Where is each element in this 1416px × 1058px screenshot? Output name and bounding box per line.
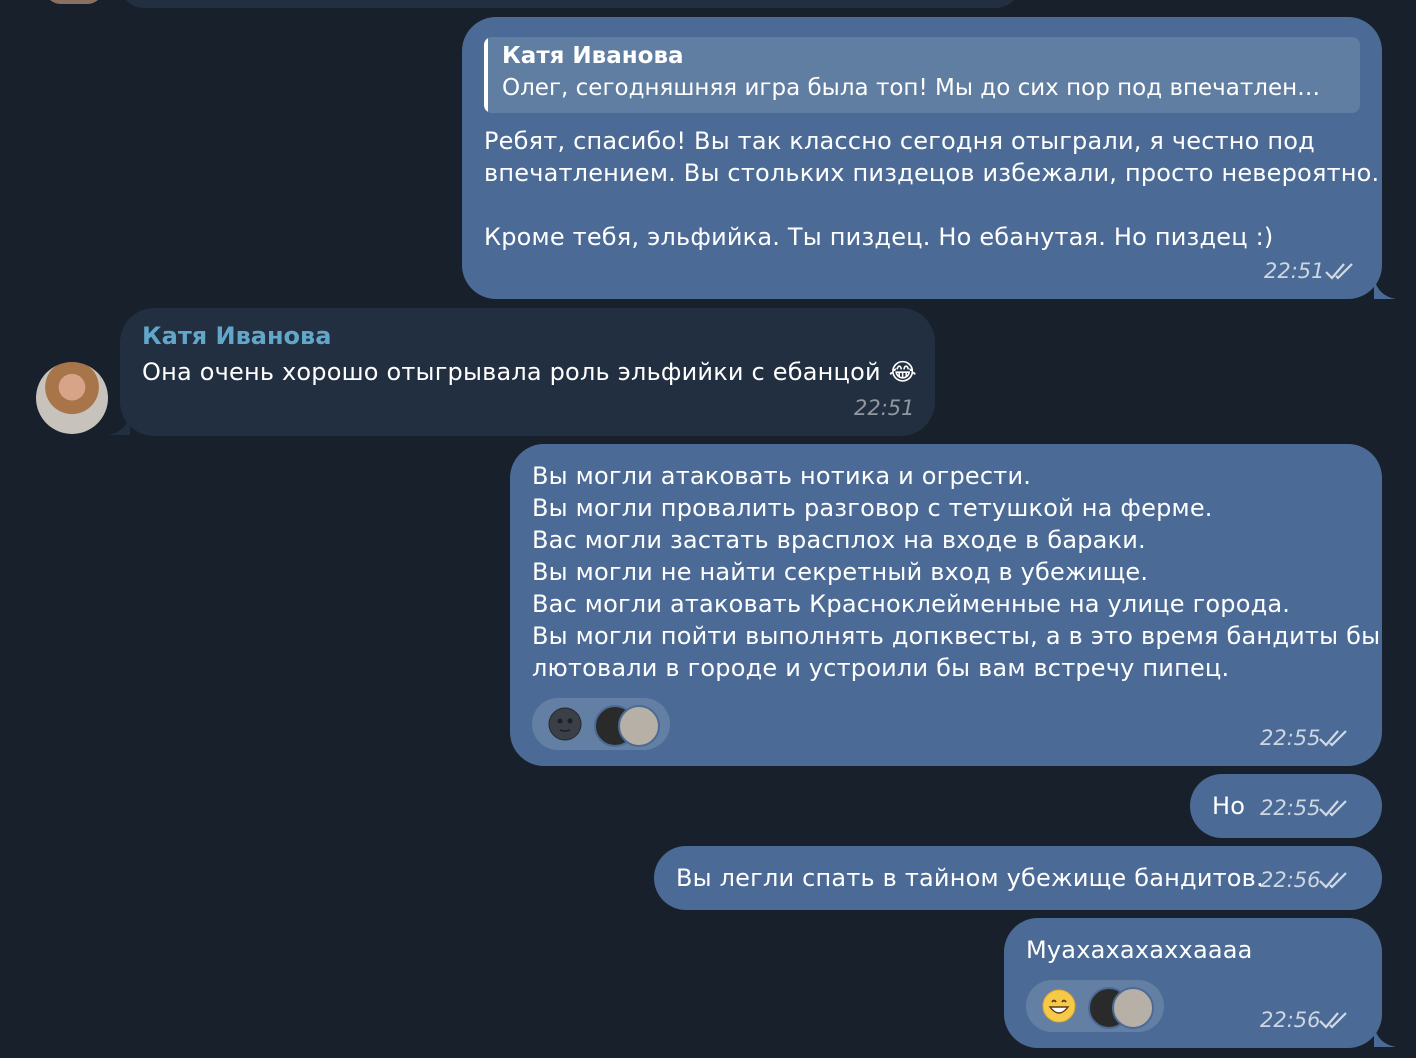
- grinning-face-emoji-icon: [1042, 989, 1076, 1023]
- message-bubble-outgoing[interactable]: Вы могли атаковать нотика и огрести. Вы …: [510, 444, 1382, 766]
- message-time: 22:55: [1260, 796, 1321, 820]
- reply-quote[interactable]: Катя Иванова Олег, сегодняшняя игра была…: [484, 37, 1360, 113]
- message-time: 22:55: [1260, 726, 1321, 750]
- message-bubble-incoming[interactable]: Катя Иванова Она очень хорошо отыгрывала…: [120, 308, 935, 436]
- partial-incoming-bubble: [120, 0, 1020, 8]
- double-check-icon: [1319, 872, 1347, 889]
- bubble-tail: [1374, 1026, 1396, 1047]
- message-text: Вы могли атаковать нотика и огрести. Вы …: [532, 462, 1381, 682]
- reactor-avatar: [1112, 987, 1154, 1029]
- message-bubble-outgoing[interactable]: Катя Иванова Олег, сегодняшняя игра была…: [462, 17, 1382, 299]
- partial-avatar[interactable]: [44, 0, 104, 4]
- sender-name[interactable]: Катя Иванова: [142, 322, 331, 350]
- reactor-avatar: [618, 705, 660, 747]
- message-text: Но: [1212, 792, 1246, 820]
- message-time: 22:51: [1264, 259, 1325, 283]
- message-text: Ребят, спасибо! Вы так классно сегодня о…: [484, 127, 1380, 251]
- message-text: Она очень хорошо отыгрывала роль эльфийк…: [142, 358, 917, 386]
- message-time: 22:56: [1260, 868, 1321, 892]
- avatar[interactable]: [36, 362, 108, 434]
- message-text: Муахахахаххаааа: [1026, 936, 1253, 964]
- message-bubble-outgoing[interactable]: Вы легли спать в тайном убежище бандитов…: [654, 846, 1382, 910]
- message-time: 22:51: [854, 396, 915, 420]
- reply-bar: [484, 37, 488, 113]
- new-moon-face-emoji-icon: [548, 707, 582, 741]
- double-check-icon: [1319, 800, 1347, 817]
- double-check-icon: [1325, 263, 1353, 280]
- message-bubble-outgoing[interactable]: Муахахахаххаааа 22:56: [1004, 918, 1382, 1048]
- double-check-icon: [1319, 1012, 1347, 1029]
- message-text: Вы легли спать в тайном убежище бандитов…: [676, 864, 1264, 892]
- bubble-tail: [1374, 278, 1396, 299]
- double-check-icon: [1319, 730, 1347, 747]
- message-time: 22:56: [1260, 1008, 1321, 1032]
- bubble-tail: [108, 414, 130, 435]
- reply-sender-name: Катя Иванова: [502, 43, 684, 69]
- reaction-chip[interactable]: [1026, 980, 1164, 1032]
- reaction-chip[interactable]: [532, 698, 670, 750]
- reply-text: Олег, сегодняшняя игра была топ! Мы до с…: [502, 75, 1321, 101]
- message-bubble-outgoing[interactable]: Но 22:55: [1190, 774, 1382, 838]
